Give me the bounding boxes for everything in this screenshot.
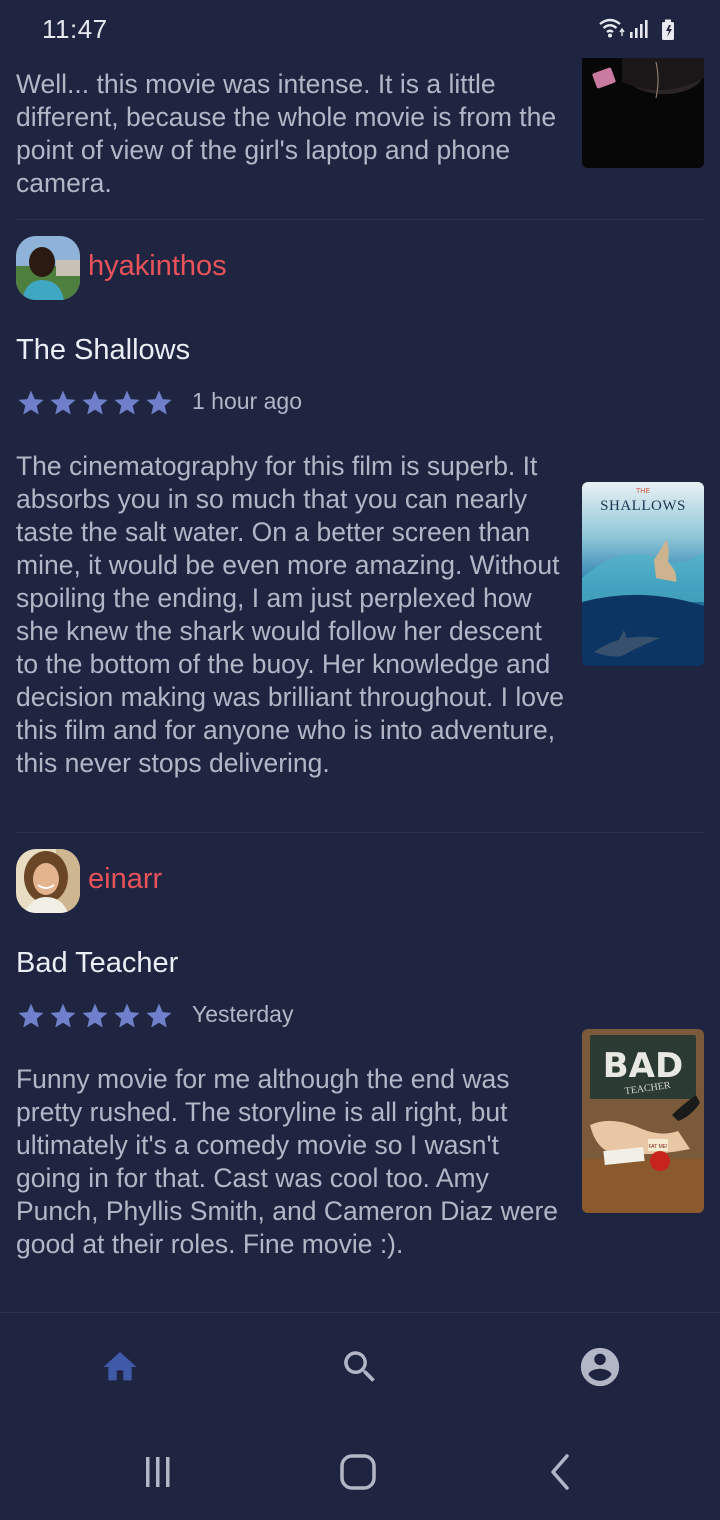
home-icon — [103, 1352, 137, 1381]
avatar[interactable] — [16, 849, 80, 913]
star-icon — [146, 1003, 172, 1028]
home-button[interactable] — [334, 1450, 382, 1494]
movie-poster[interactable] — [582, 58, 704, 168]
movie-poster[interactable]: THE SHALLOWS — [582, 482, 704, 666]
nav-home[interactable] — [96, 1343, 144, 1391]
star-rating — [16, 388, 174, 418]
nav-account[interactable] — [576, 1343, 624, 1391]
movie-title[interactable]: Bad Teacher — [16, 947, 178, 980]
star-icon — [82, 1003, 108, 1028]
review-text: Funny movie for me although the end was … — [16, 1064, 559, 1259]
star-icon — [114, 390, 140, 415]
bottom-nav — [0, 1312, 720, 1421]
star-rating — [16, 1001, 174, 1031]
star-icon — [18, 1003, 44, 1028]
movie-title[interactable]: The Shallows — [16, 334, 190, 367]
poster-title: BAD — [603, 1046, 683, 1086]
home-circle-icon — [340, 1454, 376, 1490]
recent-apps-button[interactable] — [134, 1450, 182, 1494]
star-icon — [18, 390, 44, 415]
search-icon — [344, 1351, 375, 1382]
username[interactable]: einarr — [88, 863, 162, 896]
system-nav-bar — [0, 1420, 720, 1520]
poster-pretitle: THE — [636, 488, 650, 495]
movie-poster[interactable]: BAD TEACHER FAT ME! — [582, 1029, 704, 1213]
review-text: Well... this movie was intense. It is a … — [16, 69, 557, 198]
back-icon — [551, 1454, 569, 1490]
avatar[interactable] — [16, 236, 80, 300]
nav-search[interactable] — [336, 1343, 384, 1391]
poster-title: SHALLOWS — [600, 498, 686, 514]
poster-apple-label: FAT ME! — [649, 1144, 668, 1150]
status-bar: 11:47 — [0, 0, 720, 58]
star-icon — [50, 390, 76, 415]
back-button[interactable] — [536, 1450, 584, 1494]
divider — [16, 219, 704, 220]
username[interactable]: hyakinthos — [88, 250, 227, 283]
review-timestamp: Yesterday — [192, 1001, 294, 1027]
divider — [16, 832, 704, 833]
star-icon — [82, 390, 108, 415]
status-icons — [598, 16, 680, 42]
wifi-signal-battery-icon — [599, 18, 674, 40]
review-timestamp: 1 hour ago — [192, 388, 302, 414]
star-icon — [146, 390, 172, 415]
star-icon — [114, 1003, 140, 1028]
status-time: 11:47 — [42, 14, 108, 44]
star-icon — [50, 1003, 76, 1028]
account-icon — [580, 1347, 620, 1387]
recent-apps-icon — [146, 1457, 170, 1487]
review-text: The cinematography for this film is supe… — [16, 451, 564, 778]
review-feed[interactable]: Well... this movie was intense. It is a … — [0, 58, 720, 1312]
